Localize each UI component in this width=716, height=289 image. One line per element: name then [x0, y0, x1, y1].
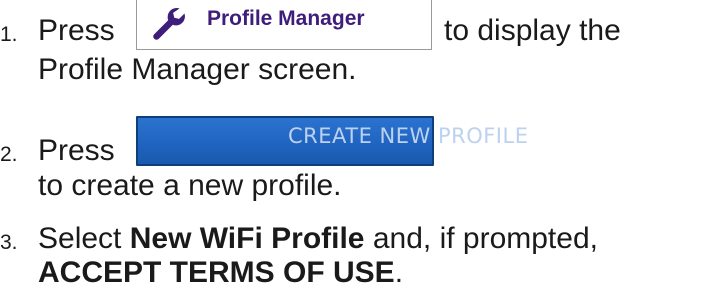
step-1-press-text: Press [38, 14, 115, 47]
step-2-number: 2. [0, 143, 18, 166]
step-3-line-1: Select New WiFi Profile and, if prompted… [38, 224, 598, 254]
wrench-icon [153, 8, 185, 40]
step-3-period: . [394, 256, 404, 289]
step-3-number: 3. [0, 231, 18, 254]
step-3-if-prompted-text: and, if prompted, [372, 222, 598, 255]
step-3-select-text: Select [38, 222, 122, 255]
profile-manager-button[interactable]: Profile Manager [136, 0, 432, 50]
create-new-profile-button[interactable]: CREATE NEW PROFILE [136, 116, 528, 166]
step-1-line-2: Profile Manager screen. [38, 53, 357, 86]
create-new-profile-button-label: CREATE NEW PROFILE [288, 124, 529, 148]
step-3-new-wifi-profile: New WiFi Profile [129, 222, 365, 255]
step-1-trailing-text: to display the [444, 14, 621, 47]
step-2-line-2: to create a new profile. [38, 169, 342, 202]
step-3-line-2: ACCEPT TERMS OF USE. [38, 258, 403, 288]
step-2-press-text: Press [38, 134, 115, 167]
step-3-accept-terms: ACCEPT TERMS OF USE [38, 256, 395, 289]
step-1-number: 1. [0, 23, 18, 46]
profile-manager-button-label: Profile Manager [207, 7, 365, 30]
